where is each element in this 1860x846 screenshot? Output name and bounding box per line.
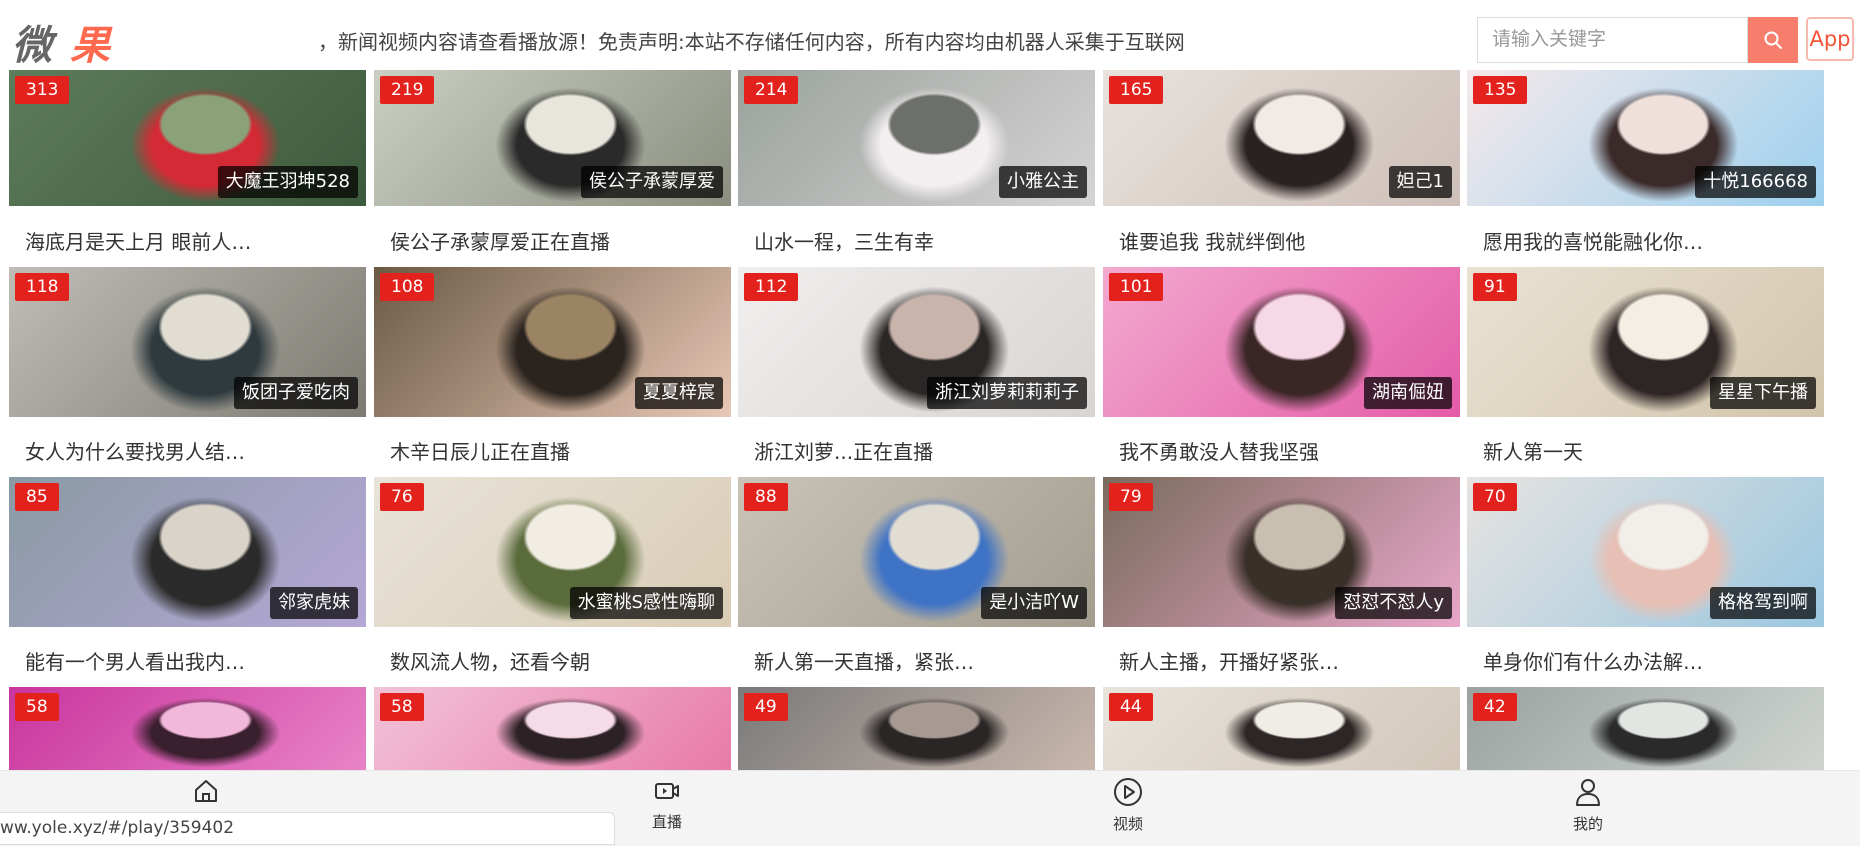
live-thumbnail[interactable]: 70 格格驾到啊 xyxy=(1467,477,1824,627)
nav-mine-label: 我的 xyxy=(1572,815,1603,833)
anchor-name-label: 格格驾到啊 xyxy=(1710,587,1816,619)
nav-live[interactable]: 直播 xyxy=(627,777,707,832)
room-title[interactable]: 木辛日辰儿正在直播 xyxy=(390,436,570,465)
viewer-count-badge: 42 xyxy=(1473,693,1517,721)
viewer-count-badge: 85 xyxy=(15,483,59,511)
room-title[interactable]: 浙江刘萝...正在直播 xyxy=(754,436,933,465)
logo-char-1: 微 xyxy=(12,22,70,69)
user-icon xyxy=(1576,779,1600,806)
anchor-name-label: 邻家虎妹 xyxy=(270,587,358,619)
anchor-name-label: 星星下午播 xyxy=(1710,377,1816,409)
viewer-count-badge: 165 xyxy=(1109,76,1164,104)
live-thumbnail[interactable]: 42 xyxy=(1467,687,1824,770)
live-thumbnail[interactable]: 88 是小洁吖W xyxy=(738,477,1095,627)
live-thumbnail[interactable]: 165 妲己1 xyxy=(1103,70,1460,206)
room-title[interactable]: 单身你们有什么办法解… xyxy=(1483,646,1703,675)
viewer-count-badge: 313 xyxy=(15,76,70,104)
viewer-count-badge: 219 xyxy=(380,76,435,104)
nav-video[interactable]: 视频 xyxy=(1088,777,1168,834)
room-title[interactable]: 山水一程，三生有幸 xyxy=(754,226,934,255)
live-thumbnail[interactable]: 118 饭团子爱吃肉 xyxy=(9,267,366,417)
room-title[interactable]: 新人第一天直播，紧张… xyxy=(754,646,974,675)
anchor-name-label: 十悦166668 xyxy=(1695,166,1816,198)
viewer-count-badge: 118 xyxy=(15,273,70,301)
live-camera-icon xyxy=(655,783,679,799)
viewer-count-badge: 44 xyxy=(1109,693,1153,721)
viewer-count-badge: 101 xyxy=(1109,273,1164,301)
viewer-count-badge: 108 xyxy=(380,273,435,301)
anchor-name-label: 侯公子承蒙厚爱 xyxy=(581,166,723,198)
search-icon xyxy=(1764,31,1782,49)
live-thumbnail[interactable]: 76 水蜜桃S感性嗨聊 xyxy=(374,477,731,627)
room-title[interactable]: 能有一个男人看出我内… xyxy=(25,646,245,675)
live-thumbnail[interactable]: 214 小雅公主 xyxy=(738,70,1095,206)
anchor-name-label: 大魔王羽坤528 xyxy=(217,166,358,198)
live-thumbnail[interactable]: 58 xyxy=(9,687,366,770)
search-box xyxy=(1477,17,1752,63)
anchor-name-label: 湖南倔妞 xyxy=(1364,377,1452,409)
anchor-name-label: 小雅公主 xyxy=(999,166,1087,198)
viewer-count-badge: 49 xyxy=(744,693,788,721)
anchor-name-label: 浙江刘萝莉莉莉子 xyxy=(927,377,1087,409)
room-title[interactable]: 数风流人物，还看今朝 xyxy=(390,646,590,675)
live-thumbnail[interactable]: 219 侯公子承蒙厚爱 xyxy=(374,70,731,206)
search-button[interactable] xyxy=(1748,17,1798,63)
viewer-count-badge: 214 xyxy=(744,76,799,104)
live-thumbnail[interactable]: 108 夏夏梓宸 xyxy=(374,267,731,417)
viewer-count-badge: 88 xyxy=(744,483,788,511)
app-download-button[interactable]: App xyxy=(1806,17,1854,61)
live-thumbnail[interactable]: 101 湖南倔妞 xyxy=(1103,267,1460,417)
room-title[interactable]: 海底月是天上月 眼前人… xyxy=(25,226,251,255)
anchor-name-label: 妲己1 xyxy=(1388,166,1452,198)
anchor-name-label: 夏夏梓宸 xyxy=(635,377,723,409)
live-thumbnail[interactable]: 112 浙江刘萝莉莉莉子 xyxy=(738,267,1095,417)
live-thumbnail[interactable]: 91 星星下午播 xyxy=(1467,267,1824,417)
viewer-count-badge: 58 xyxy=(380,693,424,721)
room-title[interactable]: 愿用我的喜悦能融化你… xyxy=(1483,226,1703,255)
anchor-name-label: 水蜜桃S感性嗨聊 xyxy=(569,587,723,619)
top-header: 微果 ，新闻视频内容请查看播放源！免责声明:本站不存储任何内容，所有内容均由机器… xyxy=(0,0,1860,70)
room-title[interactable]: 谁要追我 我就绊倒他 xyxy=(1119,226,1305,255)
room-title[interactable]: 我不勇敢没人替我坚强 xyxy=(1119,436,1319,465)
anchor-name-label: 怼怼不怼人y xyxy=(1335,587,1452,619)
viewer-count-badge: 76 xyxy=(380,483,424,511)
live-thumbnail[interactable]: 135 十悦166668 xyxy=(1467,70,1824,206)
live-thumbnail[interactable]: 44 xyxy=(1103,687,1460,770)
live-thumbnail[interactable]: 49 xyxy=(738,687,1095,770)
room-title[interactable]: 新人第一天 xyxy=(1483,436,1583,465)
nav-home[interactable] xyxy=(166,777,246,811)
viewer-count-badge: 91 xyxy=(1473,273,1517,301)
status-url-bar: ww.yole.xyz/#/play/359402 xyxy=(0,812,615,845)
room-title[interactable]: 新人主播，开播好紧张… xyxy=(1119,646,1339,675)
nav-live-label: 直播 xyxy=(651,813,682,831)
viewer-count-badge: 70 xyxy=(1473,483,1517,511)
play-circle-icon xyxy=(1114,778,1142,806)
room-title[interactable]: 侯公子承蒙厚爱正在直播 xyxy=(390,226,610,255)
live-thumbnail[interactable]: 313 大魔王羽坤528 xyxy=(9,70,366,206)
viewer-count-badge: 135 xyxy=(1473,76,1528,104)
anchor-name-label: 饭团子爱吃肉 xyxy=(234,377,358,409)
live-thumbnail[interactable]: 85 邻家虎妹 xyxy=(9,477,366,627)
live-thumbnail[interactable]: 79 怼怼不怼人y xyxy=(1103,477,1460,627)
nav-video-label: 视频 xyxy=(1112,815,1143,833)
search-input[interactable] xyxy=(1478,18,1752,60)
viewer-count-badge: 58 xyxy=(15,693,59,721)
notice-text: ，新闻视频内容请查看播放源！免责声明:本站不存储任何内容，所有内容均由机器人采集… xyxy=(318,30,1185,54)
site-logo[interactable]: 微果 xyxy=(12,18,128,74)
anchor-name-label: 是小洁吖W xyxy=(981,587,1087,619)
room-title[interactable]: 女人为什么要找男人结… xyxy=(25,436,245,465)
home-icon xyxy=(195,780,217,802)
nav-mine[interactable]: 我的 xyxy=(1548,777,1628,834)
viewer-count-badge: 112 xyxy=(744,273,799,301)
viewer-count-badge: 79 xyxy=(1109,483,1153,511)
logo-char-2: 果 xyxy=(70,22,128,69)
live-thumbnail[interactable]: 58 xyxy=(374,687,731,770)
